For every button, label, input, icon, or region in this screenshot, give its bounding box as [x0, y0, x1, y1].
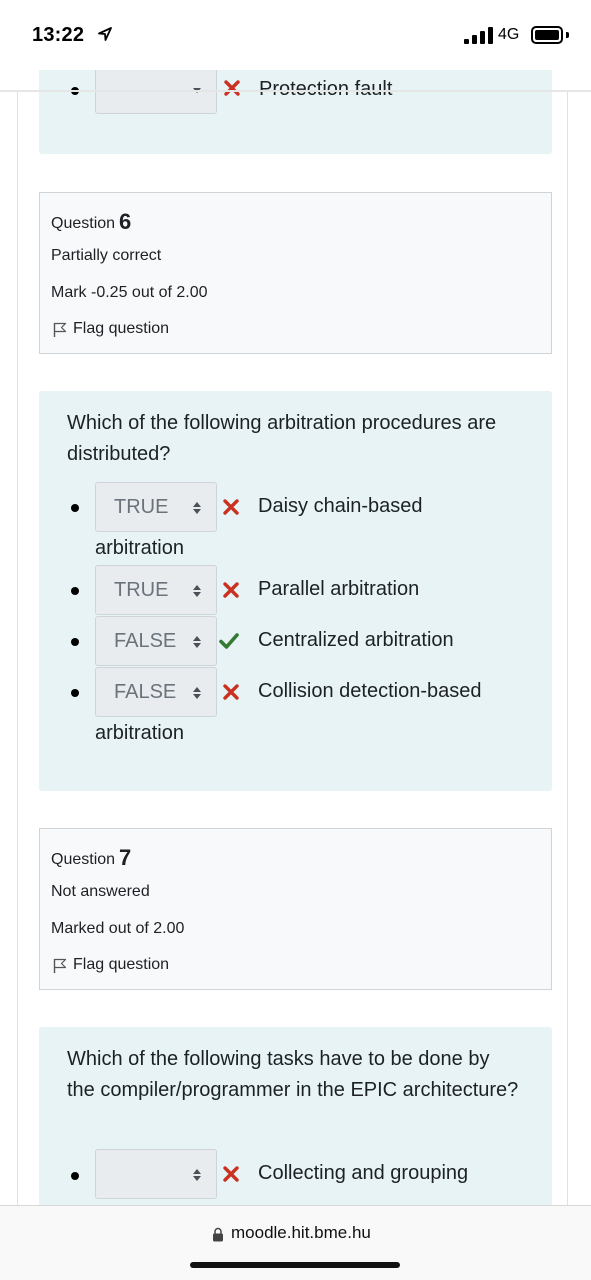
signal-bars-icon [464, 27, 493, 44]
select-arrows-icon [193, 585, 201, 597]
answer-2-label: Parallel arbitration [258, 578, 420, 600]
incorrect-cross-icon [223, 499, 239, 515]
page-border-right [567, 90, 568, 1208]
previous-answer-select[interactable] [95, 64, 217, 114]
flag-question-label: Flag question [73, 320, 170, 337]
home-indicator[interactable] [190, 1262, 400, 1268]
network-type: 4G [498, 26, 520, 43]
page-border-left [17, 90, 18, 1208]
incorrect-cross-icon [223, 582, 239, 598]
question-grade: Mark -0.25 out of 2.00 [51, 284, 208, 301]
answer-4-label: Collision detection-based [258, 680, 482, 702]
incorrect-cross-icon [223, 1166, 239, 1182]
correct-check-icon [219, 633, 239, 649]
question-7-number-line: Question 7 [51, 844, 131, 870]
question-text: Which of the following tasks have to be … [67, 1048, 519, 1101]
select-arrows-icon [193, 502, 201, 514]
answer-4-label-continued: arbitration [95, 722, 184, 744]
question-grade: Marked out of 2.00 [51, 920, 185, 937]
flag-question-link[interactable]: Flag question [51, 320, 169, 338]
answer-1-label-continued: arbitration [95, 537, 184, 559]
question-6-info: Question 6 Partially correct Mark -0.25 o… [39, 192, 552, 354]
answer-1-select[interactable] [95, 1149, 217, 1199]
flag-question-link[interactable]: Flag question [51, 956, 169, 974]
select-value: TRUE [114, 496, 169, 518]
question-label: Question [51, 851, 116, 868]
list-bullet [71, 638, 79, 646]
question-6-answer-panel: Which of the following arbitration proce… [39, 391, 552, 791]
flag-question-label: Flag question [73, 956, 170, 973]
battery-tip [566, 32, 569, 38]
list-bullet [71, 689, 79, 697]
question-state: Partially correct [51, 247, 162, 264]
status-time: 13:22 [32, 24, 85, 46]
url-text[interactable]: moodle.hit.bme.hu [231, 1223, 371, 1243]
question-7-info: Question 7 Not answered Marked out of 2.0… [39, 828, 552, 990]
answer-3-label: Centralized arbitration [258, 629, 454, 651]
previous-question-answer-panel: Protection fault [39, 60, 552, 154]
select-arrows-icon [193, 1169, 201, 1181]
answer-1-select[interactable]: TRUE [95, 482, 217, 532]
list-bullet [71, 587, 79, 595]
incorrect-cross-icon [223, 684, 239, 700]
select-value: FALSE [114, 630, 177, 652]
list-bullet [71, 1172, 79, 1180]
question-text: Which of the following arbitration proce… [67, 412, 497, 465]
select-value: FALSE [114, 681, 177, 703]
lock-icon [213, 1227, 223, 1242]
question-number: 7 [119, 845, 132, 870]
question-label: Question [51, 215, 116, 232]
select-arrows-icon [193, 687, 201, 699]
answer-1-label: Collecting and grouping [258, 1162, 469, 1184]
list-bullet [71, 504, 79, 512]
flag-icon [53, 322, 67, 337]
answer-1-label: Daisy chain-based [258, 495, 423, 517]
browser-address-bar[interactable]: moodle.hit.bme.hu [0, 1205, 591, 1280]
question-7-answer-panel: Which of the following tasks have to be … [39, 1027, 552, 1227]
question-number: 6 [119, 209, 132, 234]
location-arrow-icon [98, 27, 112, 41]
select-arrows-icon [193, 636, 201, 648]
incorrect-cross-icon [224, 80, 240, 96]
answer-3-select[interactable]: FALSE [95, 616, 217, 666]
question-6-number-line: Question 6 [51, 208, 131, 234]
answer-4-select[interactable]: FALSE [95, 667, 217, 717]
select-value: TRUE [114, 579, 169, 601]
answer-2-select[interactable]: TRUE [95, 565, 217, 615]
question-state: Not answered [51, 883, 150, 900]
status-bar: 13:22 4G [0, 0, 591, 70]
toolbar-divider [0, 90, 591, 92]
flag-icon [53, 958, 67, 973]
battery-icon [531, 26, 563, 44]
